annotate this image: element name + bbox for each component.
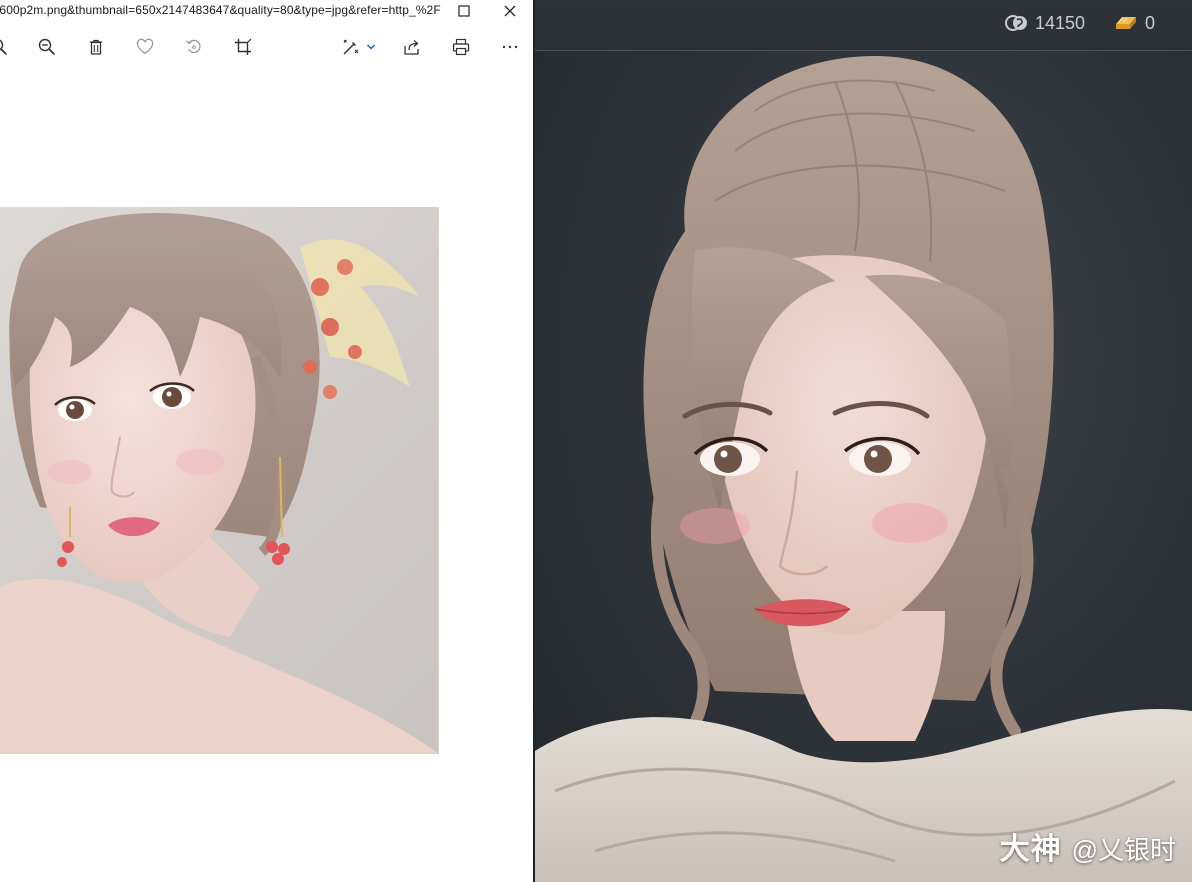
watermark-brand: 大神 bbox=[999, 833, 1062, 866]
viewer-toolbar bbox=[0, 22, 533, 70]
gold-ingot-amount: 0 bbox=[1145, 12, 1156, 33]
maximize-button[interactable] bbox=[444, 0, 484, 22]
delete-icon bbox=[90, 39, 102, 55]
chevron-down-icon bbox=[366, 44, 376, 50]
game-character-screen: 14150 0 大神 @乂银时 bbox=[535, 0, 1192, 882]
watermark-user: @乂银时 bbox=[1071, 835, 1176, 865]
favorite-button[interactable] bbox=[132, 34, 158, 60]
crop-button[interactable] bbox=[230, 34, 256, 60]
currency-gold-ingots: 0 bbox=[1113, 12, 1155, 34]
reference-photo bbox=[0, 207, 439, 754]
watermark: 大神 @乂银时 bbox=[1000, 824, 1176, 868]
zoom-in-icon bbox=[0, 39, 8, 56]
character-portrait-illustration bbox=[535, 56, 1192, 882]
favorite-icon bbox=[136, 38, 154, 55]
gold-ingot-icon bbox=[1116, 17, 1136, 29]
zoom-in-button[interactable] bbox=[0, 34, 12, 60]
more-icon bbox=[502, 45, 518, 49]
game-top-bar: 14150 0 bbox=[535, 0, 1192, 50]
coin-icon bbox=[1005, 15, 1027, 31]
window-title: t600p2m.png&thumbnail=650x2147483647&qua… bbox=[0, 3, 441, 17]
maximize-icon bbox=[458, 5, 470, 17]
share-button[interactable] bbox=[399, 34, 425, 60]
delete-button[interactable] bbox=[83, 34, 109, 60]
close-button[interactable] bbox=[490, 0, 530, 22]
more-button[interactable] bbox=[497, 34, 523, 60]
rotate-button[interactable] bbox=[181, 34, 207, 60]
edit-dropdown-button[interactable] bbox=[361, 34, 381, 60]
close-icon bbox=[504, 5, 516, 17]
print-icon bbox=[452, 38, 470, 56]
print-button[interactable] bbox=[448, 34, 474, 60]
photo-viewer-window: t600p2m.png&thumbnail=650x2147483647&qua… bbox=[0, 0, 533, 882]
edit-icon bbox=[343, 39, 359, 55]
rotate-icon bbox=[186, 39, 201, 54]
reference-portrait-illustration bbox=[0, 213, 438, 753]
currency-coins: 14150 bbox=[1005, 12, 1085, 34]
share-icon bbox=[404, 40, 419, 55]
zoom-out-button[interactable] bbox=[34, 34, 60, 60]
title-bar: t600p2m.png&thumbnail=650x2147483647&qua… bbox=[0, 0, 533, 22]
crop-icon bbox=[235, 38, 252, 55]
character-render bbox=[535, 51, 1192, 882]
coin-amount: 14150 bbox=[1035, 12, 1086, 33]
zoom-out-icon bbox=[38, 38, 56, 56]
